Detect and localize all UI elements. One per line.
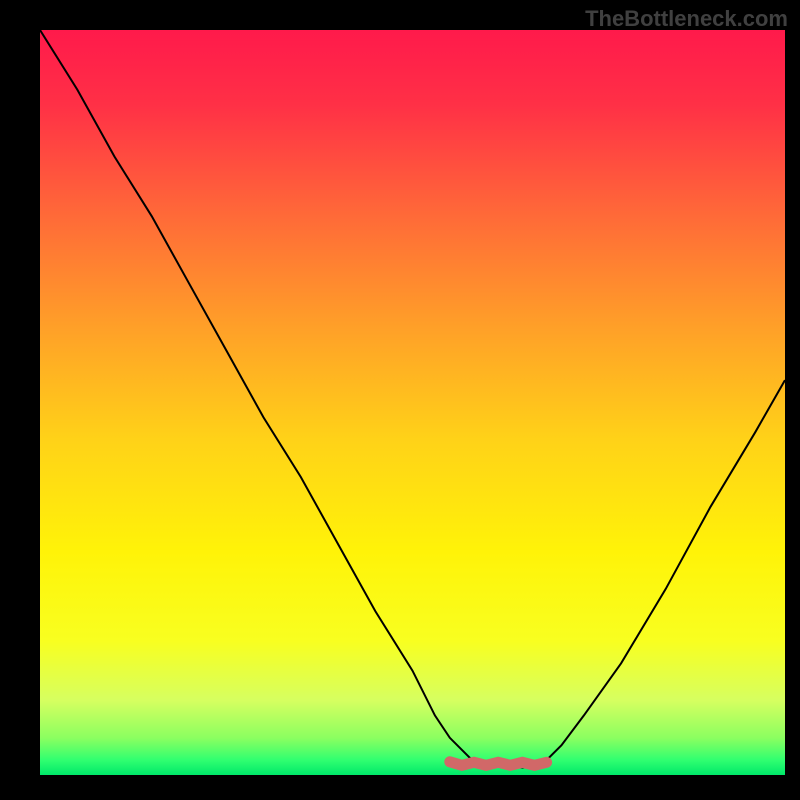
plot-area	[40, 30, 785, 775]
curve-svg	[40, 30, 785, 775]
chart-container: TheBottleneck.com	[0, 0, 800, 800]
watermark-text: TheBottleneck.com	[585, 6, 788, 32]
bottleneck-curve	[40, 30, 785, 768]
sweet-spot-band	[450, 762, 547, 766]
